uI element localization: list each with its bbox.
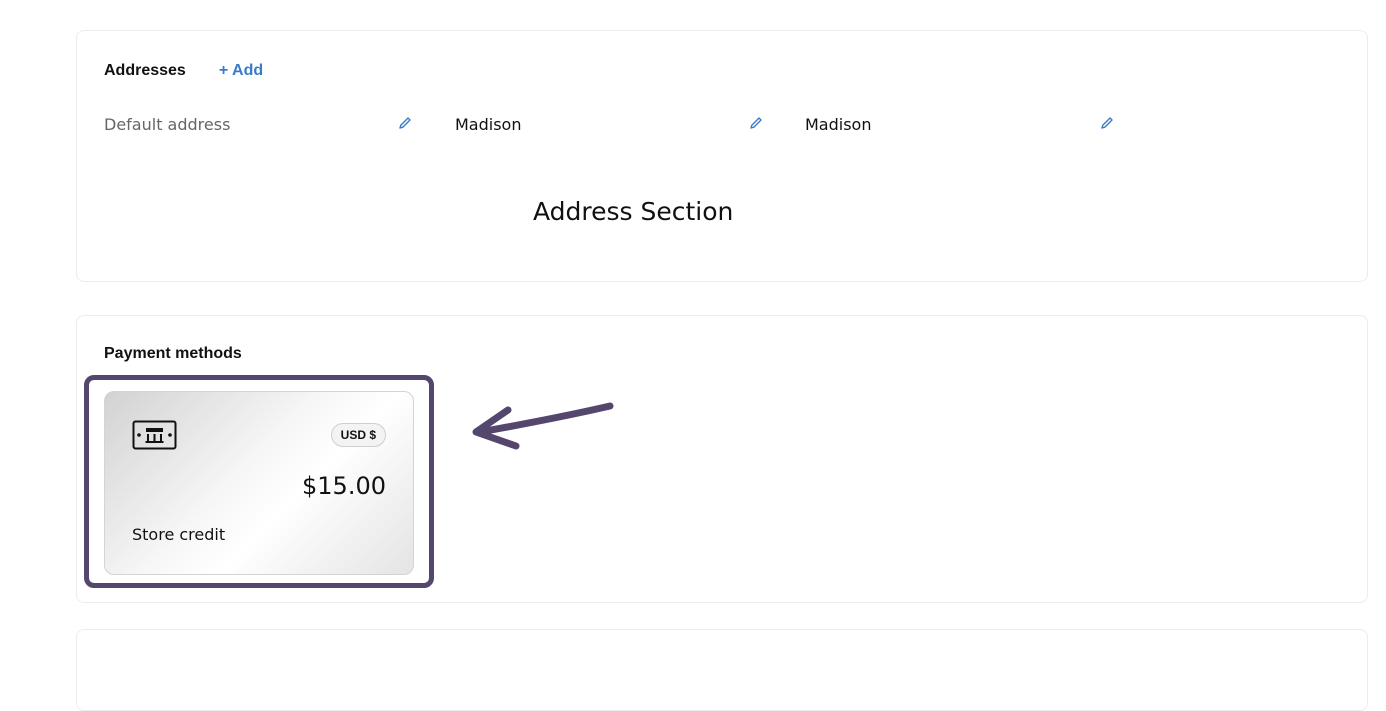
currency-badge: USD $ — [330, 423, 386, 447]
payment-methods-title: Payment methods — [104, 345, 242, 362]
address-item-madison-2: Madison — [805, 115, 872, 134]
pencil-icon[interactable] — [397, 115, 413, 131]
addresses-header: Addresses + Add — [104, 62, 263, 80]
addresses-card: Addresses + Add Default address Madison … — [76, 30, 1368, 282]
address-section-caption: Address Section — [533, 197, 734, 226]
arrow-pointer-icon — [472, 402, 614, 450]
store-credit-amount: $15.00 — [302, 472, 386, 500]
next-section-card — [76, 629, 1368, 711]
addresses-title: Addresses — [104, 62, 186, 79]
pencil-icon[interactable] — [748, 115, 764, 131]
pencil-icon[interactable] — [1099, 115, 1115, 131]
store-credit-label: Store credit — [132, 525, 226, 544]
store-icon — [132, 420, 177, 450]
address-item-default: Default address — [104, 115, 231, 134]
store-credit-card[interactable]: USD $ $15.00 Store credit — [104, 391, 414, 575]
add-address-button[interactable]: + Add — [219, 62, 263, 80]
address-item-madison-1: Madison — [455, 115, 522, 134]
address-list: Default address Madison Madison — [104, 115, 1364, 137]
